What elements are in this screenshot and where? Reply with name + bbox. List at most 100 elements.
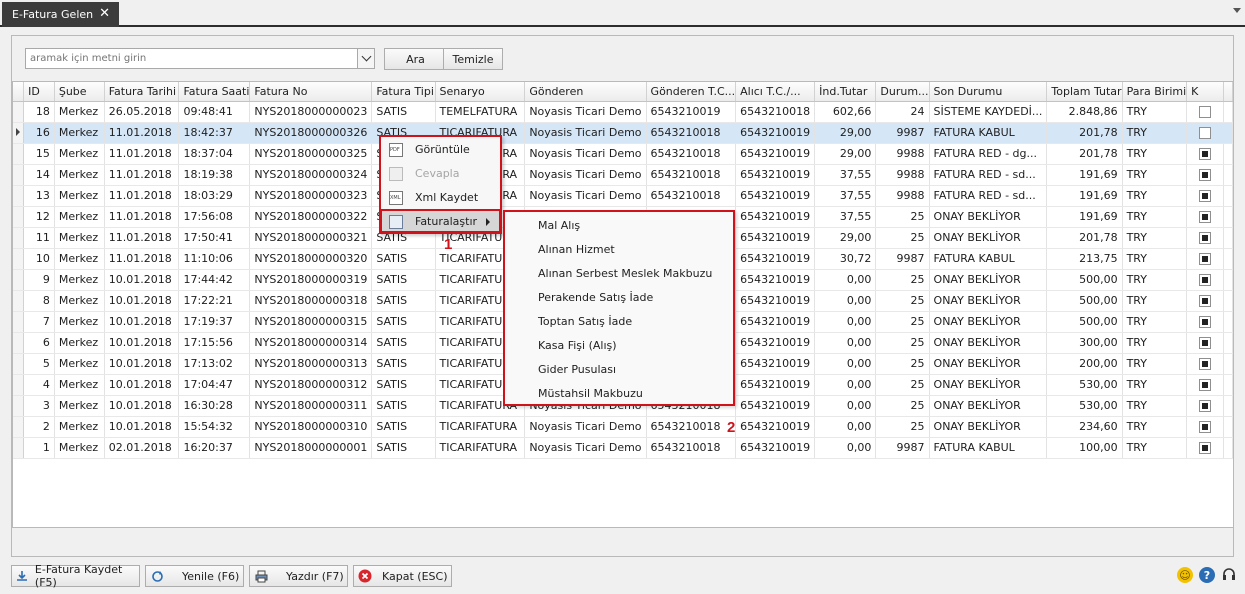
k-checkbox[interactable] (1199, 358, 1212, 370)
search-dropdown-button[interactable] (357, 49, 374, 68)
table-cell: 11.01.2018 (104, 185, 180, 207)
context-menu-item[interactable]: Xml Kaydet (381, 186, 500, 209)
k-checkbox[interactable] (1199, 379, 1212, 391)
column-header[interactable]: Toplam Tutar (1046, 82, 1123, 102)
k-checkbox[interactable] (1199, 421, 1212, 433)
table-cell: 17:22:21 (178, 290, 251, 312)
search-button[interactable]: Ara (384, 48, 447, 70)
row-indicator (13, 332, 25, 354)
search-combo[interactable] (25, 48, 375, 69)
column-header[interactable]: Fatura No (249, 82, 373, 102)
k-checkbox[interactable] (1199, 148, 1212, 160)
table-cell: 11:10:06 (178, 248, 251, 270)
k-checkbox[interactable] (1199, 232, 1212, 244)
k-checkbox[interactable] (1199, 211, 1212, 223)
column-header[interactable]: İnd.Tutar (814, 82, 877, 102)
table-cell: FATURA KABUL (929, 248, 1048, 270)
table-cell: TICARIFATURA (435, 437, 526, 459)
refresh-label: Yenile (F6) (182, 569, 240, 583)
faturalastir-submenu: Mal Alış Alınan Hizmet Alınan Serbest Mesl… (503, 210, 735, 406)
save-e-fatura-button[interactable]: E-Fatura Kaydet (F5) (11, 563, 140, 589)
table-row[interactable]: 13 Merkez 11.01.2018 18:03:29 NYS20180000003… (13, 185, 1233, 207)
table-cell-filler (1223, 164, 1233, 186)
table-cell: TRY (1122, 437, 1188, 459)
checkbox-cell (1186, 143, 1224, 165)
table-cell: SATIS (371, 290, 436, 312)
table-cell: 11 (23, 227, 55, 249)
table-cell: 6543210019 (735, 143, 816, 165)
table-cell: SATIS (371, 101, 436, 123)
column-header[interactable]: Gönderen T.C... (646, 82, 737, 102)
search-input[interactable] (26, 49, 356, 68)
table-cell: 0,00 (814, 353, 877, 375)
checkbox-cell (1186, 101, 1224, 123)
table-row[interactable]: 16 Merkez 11.01.2018 18:42:37 NYS20180000003… (13, 122, 1233, 144)
smiley-icon[interactable]: ☺ (1177, 567, 1193, 583)
k-checkbox[interactable] (1199, 295, 1212, 307)
table-row[interactable]: 1 Merkez 02.01.2018 16:20:37 NYS201800000000… (13, 437, 1233, 459)
column-header[interactable]: ID (23, 82, 55, 102)
column-header[interactable]: Durum... (875, 82, 930, 102)
table-cell: 4 (23, 374, 55, 396)
submenu-item[interactable]: Mal Alış (538, 215, 580, 235)
column-header[interactable]: Alıcı T.C./... (735, 82, 816, 102)
table-row[interactable]: 15 Merkez 11.01.2018 18:37:04 NYS20180000003… (13, 143, 1233, 165)
k-checkbox[interactable] (1199, 253, 1212, 265)
table-cell: Merkez (54, 206, 105, 228)
context-menu-item[interactable]: Görüntüle (381, 138, 500, 161)
k-checkbox[interactable] (1199, 337, 1212, 349)
column-header[interactable]: Senaryo (435, 82, 526, 102)
tab-dropdown-icon[interactable] (1233, 8, 1241, 13)
column-header[interactable]: Fatura Tipi (371, 82, 436, 102)
submenu-item[interactable]: Perakende Satış İade (538, 287, 653, 307)
tab-close-icon[interactable]: ✕ (99, 6, 110, 21)
table-row[interactable]: 18 Merkez 26.05.2018 09:48:41 NYS20180000000… (13, 101, 1233, 123)
help-icon[interactable]: ? (1199, 567, 1215, 583)
k-checkbox[interactable] (1199, 106, 1212, 118)
column-header[interactable]: Fatura Saati (178, 82, 251, 102)
k-checkbox[interactable] (1199, 274, 1212, 286)
k-checkbox[interactable] (1199, 169, 1212, 181)
tab-e-fatura-gelen[interactable]: E-Fatura Gelen ✕ (2, 2, 119, 27)
context-menu-item[interactable]: Faturalaştır (381, 210, 500, 233)
table-cell: ONAY BEKLİYOR (929, 227, 1048, 249)
print-button[interactable]: Yazdır (F7) (249, 565, 348, 587)
table-cell: FATURA RED - sd... (929, 164, 1048, 186)
submenu-item[interactable]: Müstahsil Makbuzu (538, 383, 643, 403)
k-checkbox[interactable] (1199, 316, 1212, 328)
close-button[interactable]: Kapat (ESC) (353, 565, 452, 587)
column-header[interactable]: Gönderen (524, 82, 647, 102)
table-cell: SATIS (371, 311, 436, 333)
table-cell: 14 (23, 164, 55, 186)
table-cell: 25 (875, 290, 930, 312)
column-header[interactable]: Para Birimi (1122, 82, 1188, 102)
table-cell: 25 (875, 206, 930, 228)
table-cell: 18:37:04 (178, 143, 251, 165)
k-checkbox[interactable] (1199, 127, 1212, 139)
column-header[interactable]: Son Durumu (929, 82, 1048, 102)
refresh-button[interactable]: Yenile (F6) (145, 565, 244, 587)
k-checkbox[interactable] (1199, 442, 1212, 454)
column-header[interactable]: Fatura Tarihi (104, 82, 180, 102)
submenu-item[interactable]: Gider Pusulası (538, 359, 616, 379)
submenu-item[interactable]: Kasa Fişi (Alış) (538, 335, 617, 355)
table-cell: 9988 (875, 164, 930, 186)
k-checkbox[interactable] (1199, 190, 1212, 202)
table-row[interactable]: 2 Merkez 10.01.2018 15:54:32 NYS201800000031… (13, 416, 1233, 438)
checkbox-cell (1186, 164, 1224, 186)
headset-icon[interactable] (1221, 567, 1237, 583)
printer-icon (254, 569, 268, 583)
table-cell: NYS2018000000318 (249, 290, 373, 312)
k-checkbox[interactable] (1199, 400, 1212, 412)
column-header[interactable]: K (1186, 82, 1224, 102)
bottom-toolbar: E-Fatura Kaydet (F5) Yenile (F6) Yazdır … (0, 563, 1245, 594)
clear-button[interactable]: Temizle (443, 48, 503, 70)
column-header[interactable]: Şube (54, 82, 105, 102)
table-cell: 0,00 (814, 269, 877, 291)
table-row[interactable]: 14 Merkez 11.01.2018 18:19:38 NYS20180000003… (13, 164, 1233, 186)
submenu-item[interactable]: Alınan Hizmet (538, 239, 615, 259)
table-cell: 191,69 (1046, 185, 1123, 207)
submenu-item[interactable]: Alınan Serbest Meslek Makbuzu (538, 263, 712, 283)
submenu-item[interactable]: Toptan Satış İade (538, 311, 632, 331)
table-cell: 6543210019 (735, 311, 816, 333)
